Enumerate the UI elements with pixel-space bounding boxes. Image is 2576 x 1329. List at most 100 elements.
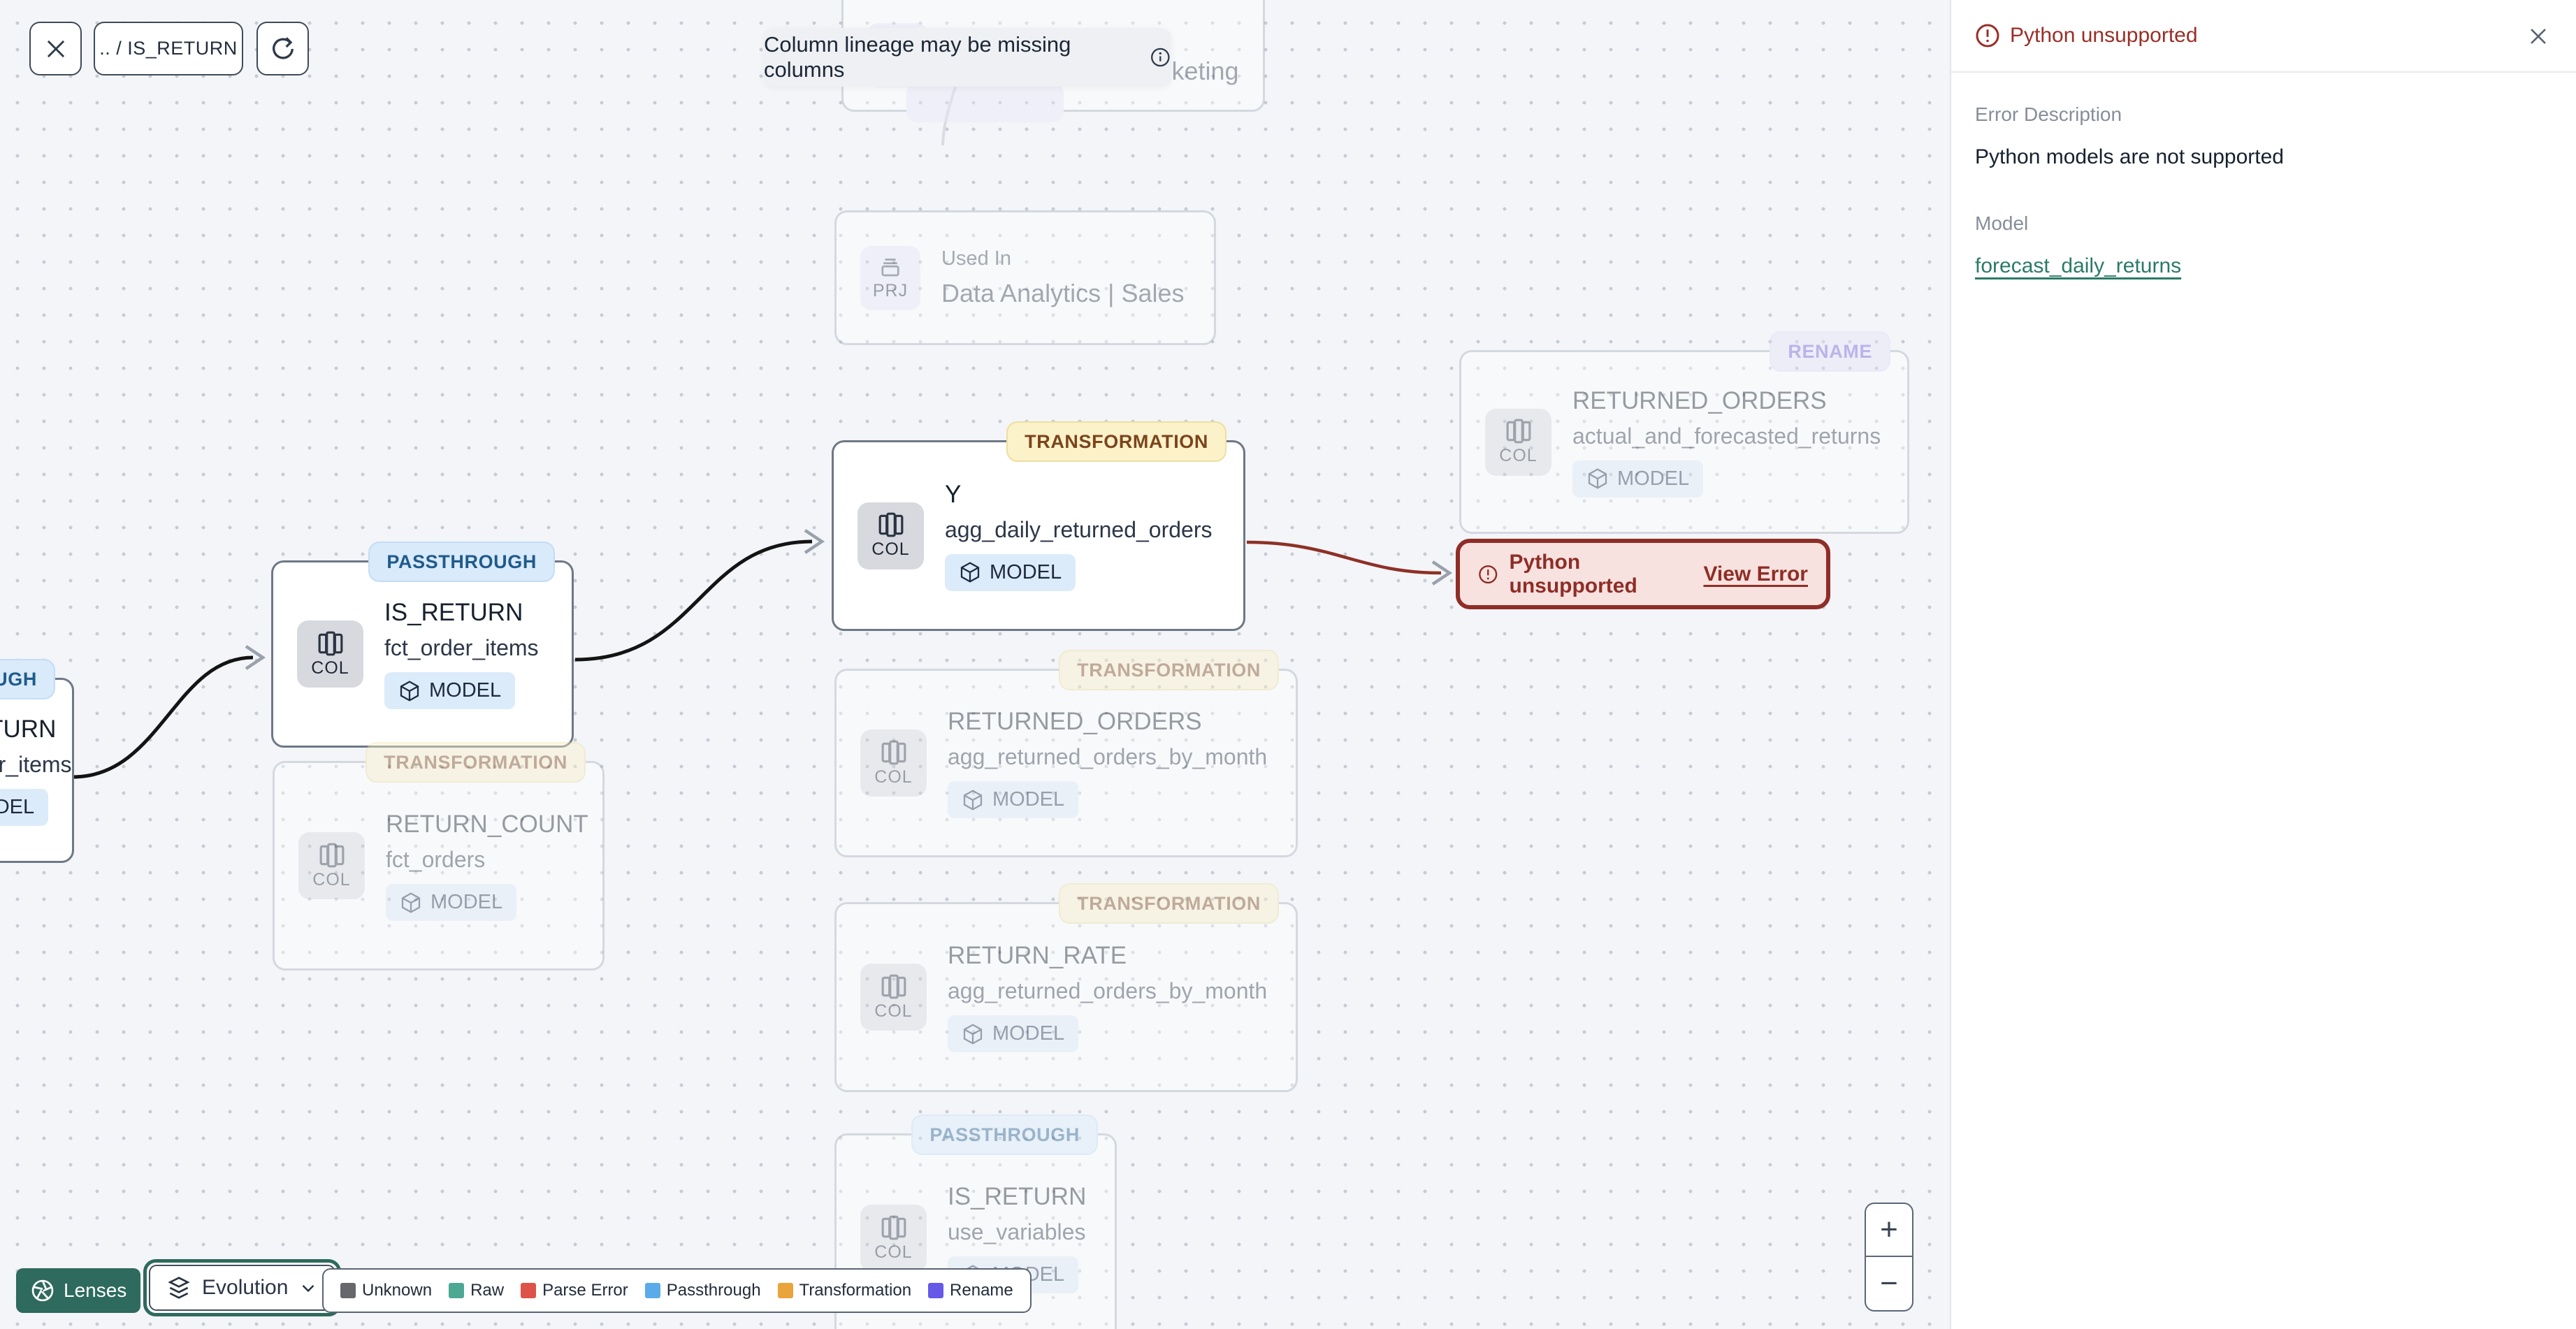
model-chip-label: MODEL: [430, 891, 503, 913]
model-chip[interactable]: MODEL: [945, 553, 1076, 591]
model-chip[interactable]: MODEL: [0, 788, 49, 826]
model-chip-label: MODEL: [0, 795, 35, 818]
passthrough-badge: PASSTHROUGH: [368, 542, 555, 582]
node-returned-orders-forecast[interactable]: RENAME COL RETURNED_ORDERS actual_and_fo…: [1459, 331, 1909, 534]
error-description-text: Python models are not supported: [1975, 145, 2284, 168]
lenses-label: Lenses: [64, 1279, 127, 1301]
column-name: RETURNED_ORDERS: [1572, 386, 1827, 414]
clipped-badge: [906, 82, 1064, 122]
node-return-count[interactable]: TRANSFORMATION COL RETURN_COUNT fct_orde…: [273, 742, 605, 971]
col-label: COL: [1499, 446, 1537, 465]
columns-glyph: [318, 631, 342, 655]
legend-label: Raw: [470, 1281, 505, 1300]
project-name: Data Analytics | Sales: [941, 279, 1185, 307]
lenses-button[interactable]: Lenses: [16, 1268, 141, 1313]
model-name: use_variables: [948, 1219, 1086, 1244]
close-lineage-button[interactable]: [29, 22, 82, 75]
columns-glyph: [1506, 419, 1531, 444]
lens-dropdown-value: Evolution: [202, 1276, 289, 1299]
lenses-aperture-icon: [31, 1279, 54, 1302]
model-chip[interactable]: MODEL: [386, 884, 517, 921]
legend-item-unknown: Unknown: [340, 1281, 432, 1300]
edge-is-return-to-y: [574, 539, 813, 662]
lineage-canvas[interactable]: PASSTHROUGH COL IS_RETURN fct_order_item…: [0, 0, 1950, 1329]
lens-dropdown[interactable]: Evolution: [143, 1259, 342, 1316]
model-label: Model: [1975, 212, 2029, 234]
error-detail-panel: Python unsupported Error Description Pyt…: [1950, 0, 2576, 1329]
node-return-rate[interactable]: TRANSFORMATION COL RETURN_RATE agg_retur…: [834, 883, 1298, 1092]
column-icon: COL: [297, 620, 363, 688]
node-y[interactable]: TRANSFORMATION COL Y agg_daily_returned_…: [832, 421, 1245, 631]
columns-glyph: [881, 974, 906, 998]
model-link[interactable]: forecast_daily_returns: [1975, 254, 2181, 278]
used-in-label: Used In: [941, 247, 1011, 270]
error-node-python-unsupported[interactable]: Python unsupported View Error: [1456, 539, 1830, 609]
columns-glyph: [881, 740, 906, 764]
breadcrumb-label: .. / IS_RETURN: [99, 38, 238, 59]
node-is-return[interactable]: PASSTHROUGH COL IS_RETURN fct_order_item…: [271, 542, 574, 748]
zoom-out-button[interactable]: −: [1866, 1257, 1912, 1310]
columns-glyph: [881, 1215, 906, 1240]
legend-item-parse-error: Parse Error: [521, 1281, 628, 1300]
error-icon: [1479, 565, 1498, 583]
close-icon: [47, 40, 64, 57]
lens-legend: Unknown Raw Parse Error Passthrough Tran…: [322, 1268, 1032, 1313]
column-icon: COL: [860, 964, 927, 1031]
legend-swatch: [777, 1283, 793, 1298]
panel-header: Python unsupported: [1951, 0, 2576, 73]
col-label: COL: [874, 767, 913, 787]
breadcrumb[interactable]: .. / IS_RETURN: [94, 22, 243, 75]
column-icon: COL: [860, 729, 927, 797]
layers-icon: [168, 1277, 190, 1299]
passthrough-badge: PASSTHROUGH: [0, 659, 55, 699]
legend-item-passthrough: Passthrough: [644, 1281, 761, 1300]
cube-icon: [400, 680, 419, 702]
columns-glyph: [319, 843, 344, 867]
tooltip-text: Column lineage may be missing columns: [764, 32, 1071, 82]
transformation-badge: TRANSFORMATION: [1006, 421, 1227, 462]
legend-label: Passthrough: [666, 1281, 761, 1300]
panel-close-button[interactable]: [2521, 20, 2555, 53]
refresh-icon: [272, 36, 294, 59]
legend-label: Transformation: [799, 1281, 912, 1300]
legend-label: Rename: [950, 1281, 1013, 1300]
column-icon: COL: [1485, 408, 1551, 476]
lineage-warning-tooltip: Column lineage may be missing columns: [764, 28, 1171, 87]
col-label: COL: [311, 658, 349, 678]
model-chip-label: MODEL: [990, 560, 1062, 583]
model-chip[interactable]: MODEL: [948, 781, 1079, 818]
model-chip-label: MODEL: [992, 1022, 1065, 1045]
zoom-in-button[interactable]: +: [1866, 1204, 1912, 1257]
column-icon: COL: [860, 1205, 927, 1272]
refresh-button[interactable]: [256, 22, 309, 75]
node-used-in-sales[interactable]: PRJ Used In Data Analytics | Sales: [834, 210, 1216, 345]
model-chip[interactable]: MODEL: [1572, 460, 1704, 498]
legend-swatch: [340, 1283, 356, 1298]
model-chip[interactable]: MODEL: [948, 1015, 1079, 1052]
model-name: agg_returned_orders_by_month: [948, 744, 1268, 769]
cube-icon: [401, 892, 421, 913]
model-chip[interactable]: MODEL: [384, 672, 516, 709]
transformation-badge: TRANSFORMATION: [1059, 650, 1279, 690]
error-node-label: Python unsupported: [1509, 550, 1637, 597]
legend-swatch: [644, 1283, 660, 1298]
view-error-link[interactable]: View Error: [1703, 562, 1808, 586]
column-icon: COL: [858, 502, 924, 569]
model-chip-label: MODEL: [992, 788, 1065, 811]
column-name: IS_RETURN: [948, 1183, 1087, 1210]
legend-swatch: [449, 1283, 465, 1298]
edge-passthrough-left: [72, 655, 254, 779]
cube-icon: [1588, 468, 1607, 489]
panel-title: Python unsupported: [2010, 24, 2198, 47]
transformation-badge: TRANSFORMATION: [1059, 883, 1279, 924]
column-name: IS_RETURN: [384, 599, 523, 626]
zoom-controls[interactable]: + −: [1865, 1203, 1913, 1312]
model-name: agg_returned_orders_by_month: [948, 978, 1268, 1003]
col-label: COL: [874, 1001, 913, 1021]
cube-icon: [960, 562, 980, 583]
model-name: actual_and_forecasted_returns: [1572, 423, 1881, 449]
node-is-return-clipped[interactable]: PASSTHROUGH COL IS_RETURN fct_order_item…: [0, 659, 74, 863]
node-returned-orders-month[interactable]: TRANSFORMATION COL RETURNED_ORDERS agg_r…: [834, 650, 1298, 857]
model-name: fct_order_items: [0, 751, 72, 777]
column-name: RETURN_RATE: [948, 942, 1127, 969]
